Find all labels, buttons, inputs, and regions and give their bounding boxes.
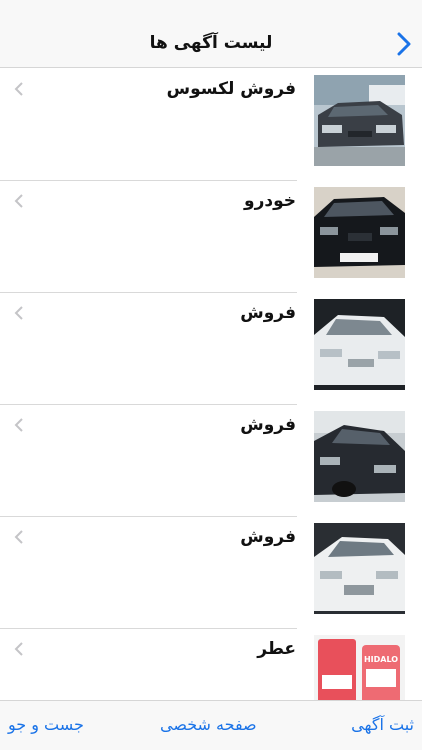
chevron-left-icon [14,642,23,656]
chevron-left-icon [14,418,23,432]
list-item[interactable]: فروش لکسوس [0,69,422,181]
chevron-left-icon [14,82,23,96]
listing-thumbnail [314,411,405,502]
listing-title: فروش [240,527,296,547]
chevron-left-icon [14,194,23,208]
tab-post-ad[interactable]: ثبت آگهی [351,715,414,734]
list-item[interactable]: خودرو [0,181,422,293]
list-item[interactable]: فروش [0,405,422,517]
chevron-left-icon [14,306,23,320]
svg-text:HIDALO: HIDALO [364,655,398,664]
page-title: لیست آگهی ها [149,33,273,53]
listing-title: عطر [257,639,296,659]
listing-thumbnail [314,187,405,278]
listing-title: خودرو [244,191,296,211]
listing-title: فروش [240,415,296,435]
chevron-left-icon [14,530,23,544]
listing-title: فروش لکسوس [166,79,296,99]
tab-bar: ثبت آگهی صفحه شخصی جست و جو [0,700,422,750]
list-item[interactable]: فروش [0,517,422,629]
listing-thumbnail [314,523,405,614]
listing-title: فروش [240,303,296,323]
chevron-right-icon [397,32,411,56]
listing-list[interactable]: فروش لکسوس خودرو فروش فروش فروش HIDALO ع… [0,69,422,700]
tab-profile[interactable]: صفحه شخصی [160,715,257,734]
navigation-bar: لیست آگهی ها [0,0,422,68]
listing-thumbnail [314,75,405,166]
list-item[interactable]: فروش [0,293,422,405]
listing-thumbnail [314,299,405,390]
back-button[interactable] [394,30,414,58]
listing-thumbnail: HIDALO [314,635,405,700]
list-item[interactable]: HIDALO عطر [0,629,422,700]
tab-search[interactable]: جست و جو [8,715,84,734]
